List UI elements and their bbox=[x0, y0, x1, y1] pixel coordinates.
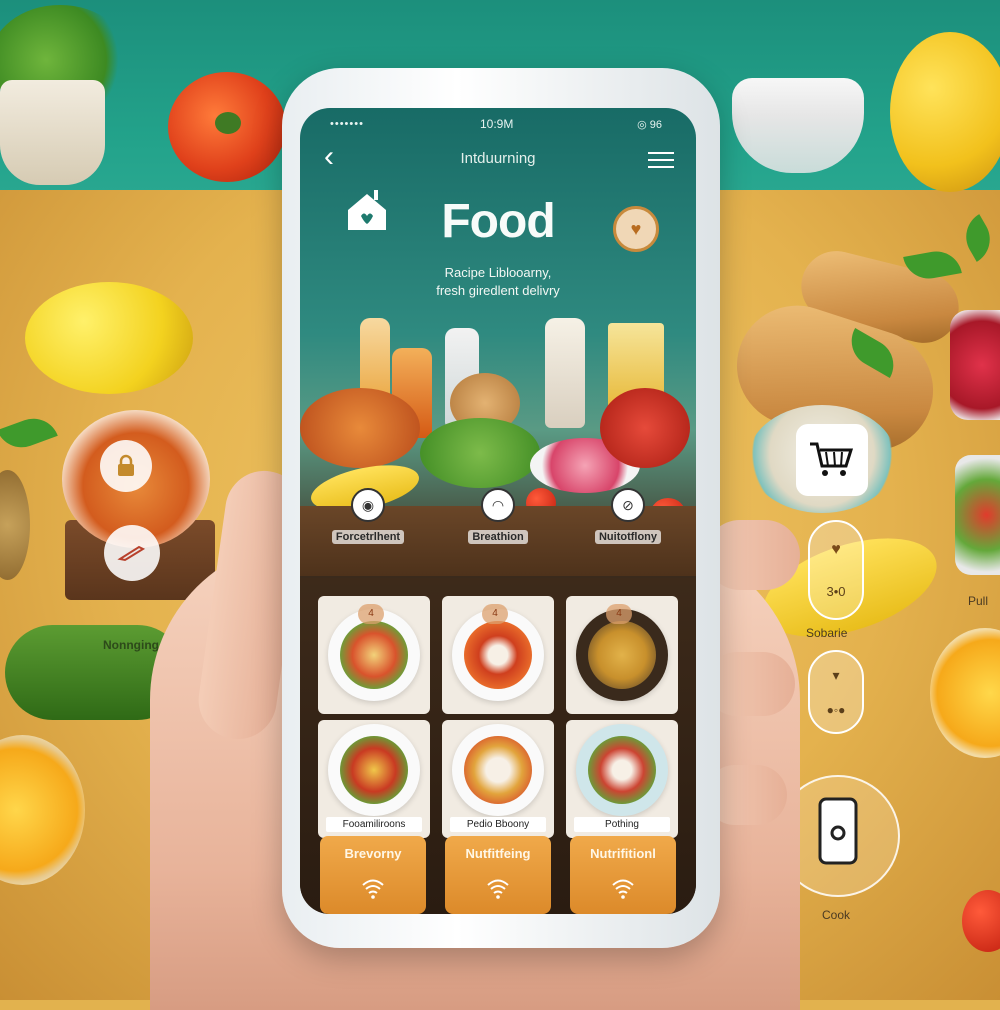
dish-image bbox=[340, 621, 408, 689]
drop-icon: ▾ bbox=[832, 667, 840, 684]
recipe-card[interactable]: Pothing bbox=[566, 720, 678, 838]
tile-nutfitfeing[interactable]: Nutfitfeing bbox=[445, 836, 551, 914]
category-row: ◉ Forcetrlhent ◠ Breathion ⊘ Nuitotflony bbox=[300, 488, 696, 548]
wifi-icon bbox=[362, 879, 384, 899]
category-forcetrlhent[interactable]: ◉ Forcetrlhent bbox=[308, 488, 428, 545]
berry-bowl bbox=[950, 310, 1000, 420]
wifi-icon bbox=[612, 879, 634, 899]
shopping-cart-icon[interactable] bbox=[796, 424, 868, 496]
phone-icon bbox=[818, 797, 858, 865]
tile-label: Nutrifitionl bbox=[590, 846, 656, 861]
knife-icon[interactable] bbox=[104, 525, 160, 581]
edge-label: Pull bbox=[968, 594, 989, 608]
signal-dots: ••••••• bbox=[330, 118, 364, 130]
serving-pill[interactable]: ▾ ●◦● bbox=[808, 650, 864, 734]
subtitle-line-1: Racipe Liblooarny, bbox=[444, 265, 552, 280]
nav-bar: ‹ Intduurning bbox=[300, 142, 696, 176]
cucumber-label: Nonnging bbox=[103, 638, 159, 652]
shopping-bag-icon: ◠ bbox=[481, 488, 515, 522]
app-screen: ••••••• 10:9M ◎ 96 ‹ Intduurning Food ♥ … bbox=[300, 108, 696, 914]
dots-icon: ●◦● bbox=[826, 702, 846, 717]
lock-icon[interactable] bbox=[100, 440, 152, 492]
status-time: 10:9M bbox=[480, 117, 514, 131]
dish-image bbox=[588, 735, 656, 804]
tile-nutrifitionl[interactable]: Nutrifitionl bbox=[570, 836, 676, 914]
salad-bowl-right bbox=[955, 455, 1000, 575]
tile-label: Brevorny bbox=[344, 846, 402, 861]
no-compass-icon: ⊘ bbox=[611, 488, 645, 522]
camera-icon: ◉ bbox=[351, 488, 385, 522]
recipe-card[interactable]: Fooamiliroons bbox=[318, 720, 430, 838]
subtitle-line-2: fresh giredlent delivry bbox=[436, 283, 560, 298]
category-label: Forcetrlhent bbox=[331, 530, 405, 544]
recipe-card[interactable]: 4 bbox=[442, 596, 554, 714]
heart-drop-icon: ♥ bbox=[831, 540, 841, 558]
recipe-card[interactable]: 4 bbox=[566, 596, 678, 714]
recipe-badge: 4 bbox=[358, 604, 384, 624]
recipe-card[interactable]: Pedio Bboony bbox=[442, 720, 554, 838]
recipe-badge: 4 bbox=[606, 604, 632, 624]
nav-title: Intduurning bbox=[460, 150, 536, 167]
recipe-label: Pedio Bboony bbox=[450, 817, 546, 832]
cook-label: Cook bbox=[822, 908, 851, 922]
wifi-icon bbox=[487, 879, 509, 899]
recipe-badge: 4 bbox=[482, 604, 508, 624]
category-nuitotflony[interactable]: ⊘ Nuitotflony bbox=[568, 488, 688, 545]
dish-image bbox=[464, 621, 532, 689]
pill-label: Sobarie bbox=[806, 626, 848, 640]
favorite-heart-icon[interactable]: ♥ bbox=[613, 206, 659, 252]
category-label: Nuitotflony bbox=[594, 530, 662, 544]
dish-image bbox=[464, 735, 532, 804]
category-breathion[interactable]: ◠ Breathion bbox=[438, 488, 558, 545]
hero-subtitle: Racipe Liblooarny, fresh giredlent deliv… bbox=[300, 264, 696, 300]
orange-fruit bbox=[890, 32, 1000, 192]
recipe-card[interactable]: 4 bbox=[318, 596, 430, 714]
dish-image bbox=[340, 735, 408, 804]
status-battery: ◎ 96 bbox=[637, 119, 662, 131]
plant-pot bbox=[0, 80, 105, 185]
tile-label: Nutfitfeing bbox=[465, 846, 531, 861]
lemon bbox=[25, 282, 193, 394]
tile-brevorny[interactable]: Brevorny bbox=[320, 836, 426, 914]
calorie-pill[interactable]: ♥ 3•0 bbox=[808, 520, 864, 620]
recipe-label: Fooamiliroons bbox=[326, 817, 422, 832]
recipe-label: Pothing bbox=[574, 817, 670, 832]
pill-value: 3•0 bbox=[826, 584, 846, 600]
hamburger-menu-icon[interactable] bbox=[648, 152, 674, 173]
pepper-stem bbox=[215, 112, 241, 134]
dish-image bbox=[588, 621, 656, 689]
status-bar: ••••••• 10:9M ◎ 96 bbox=[300, 116, 696, 134]
category-label: Breathion bbox=[468, 530, 528, 544]
